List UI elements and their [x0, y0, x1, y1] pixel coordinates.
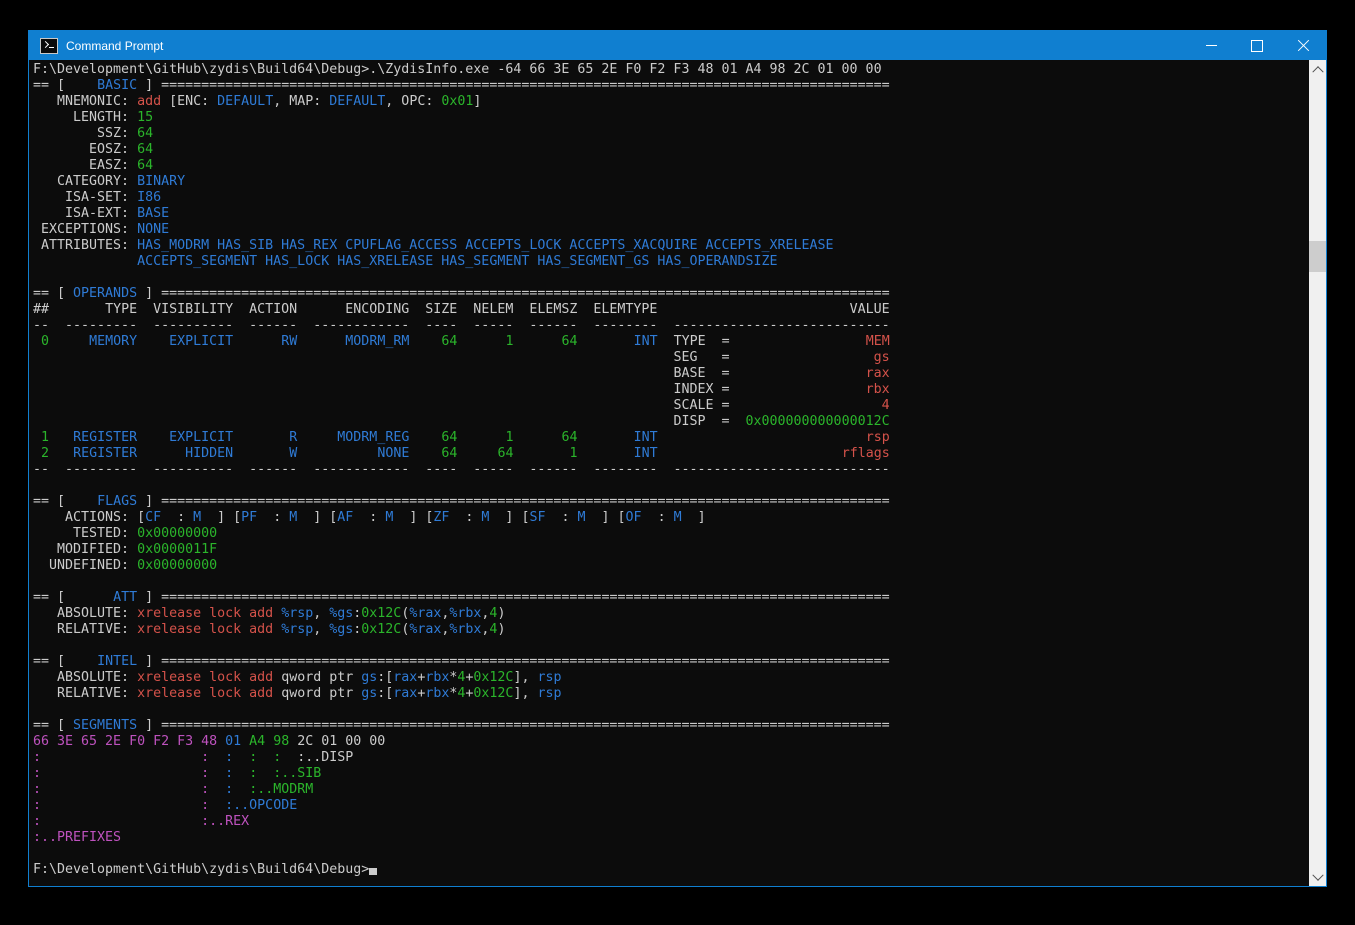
- terminal-line: 1 REGISTER EXPLICIT R MODRM_REG 64 1 64 …: [33, 430, 1309, 446]
- terminal-line: RELATIVE: xrelease lock add qword ptr gs…: [33, 686, 1309, 702]
- terminal-line: ATTRIBUTES: HAS_MODRM HAS_SIB HAS_REX CP…: [33, 238, 1309, 254]
- terminal-line: == [ INTEL ] ===========================…: [33, 654, 1309, 670]
- terminal-line: : : :..OPCODE: [33, 798, 1309, 814]
- terminal-line: RELATIVE: xrelease lock add %rsp, %gs:0x…: [33, 622, 1309, 638]
- terminal-line: -- --------- ---------- ------ ---------…: [33, 318, 1309, 334]
- text-cursor: [369, 868, 377, 875]
- terminal-line: BASE = rax: [33, 366, 1309, 382]
- terminal-line: :..PREFIXES: [33, 830, 1309, 846]
- terminal-line: TESTED: 0x00000000: [33, 526, 1309, 542]
- terminal-line: LENGTH: 15: [33, 110, 1309, 126]
- terminal-line: [33, 478, 1309, 494]
- minimize-button[interactable]: [1188, 31, 1234, 60]
- terminal-line: MNEMONIC: add [ENC: DEFAULT, MAP: DEFAUL…: [33, 94, 1309, 110]
- terminal-line: ABSOLUTE: xrelease lock add %rsp, %gs:0x…: [33, 606, 1309, 622]
- titlebar: Command Prompt: [29, 31, 1326, 60]
- terminal-line: ## TYPE VISIBILITY ACTION ENCODING SIZE …: [33, 302, 1309, 318]
- close-icon: [1297, 39, 1310, 52]
- terminal-line: == [ ATT ] =============================…: [33, 590, 1309, 606]
- terminal-line: DISP = 0x000000000000012C: [33, 414, 1309, 430]
- maximize-button[interactable]: [1234, 31, 1280, 60]
- terminal-line: : : : :..MODRM: [33, 782, 1309, 798]
- minimize-icon: [1206, 45, 1217, 46]
- chevron-down-icon: [1312, 869, 1323, 880]
- terminal-line: : : : : : :..DISP: [33, 750, 1309, 766]
- window-controls: [1188, 31, 1326, 60]
- terminal-line: CATEGORY: BINARY: [33, 174, 1309, 190]
- terminal-line: ISA-EXT: BASE: [33, 206, 1309, 222]
- terminal-line: == [ FLAGS ] ===========================…: [33, 494, 1309, 510]
- terminal-line: F:\Development\GitHub\zydis\Build64\Debu…: [33, 62, 1309, 78]
- maximize-icon: [1251, 40, 1263, 52]
- terminal-line: 0 MEMORY EXPLICIT RW MODRM_RM 64 1 64 IN…: [33, 334, 1309, 350]
- window-title: Command Prompt: [66, 39, 1188, 53]
- terminal-line: ACTIONS: [CF : M ] [PF : M ] [AF : M ] […: [33, 510, 1309, 526]
- cmd-icon[interactable]: [40, 38, 58, 54]
- terminal-line: ACCEPTS_SEGMENT HAS_LOCK HAS_XRELEASE HA…: [33, 254, 1309, 270]
- scroll-down-button[interactable]: [1309, 869, 1326, 886]
- terminal-line: [33, 574, 1309, 590]
- command-prompt-window: Command Prompt F:\Development\GitHub\zyd…: [28, 30, 1327, 887]
- terminal-line: 66 3E 65 2E F0 F2 F3 48 01 A4 98 2C 01 0…: [33, 734, 1309, 750]
- terminal-line: ISA-SET: I86: [33, 190, 1309, 206]
- terminal-line: EOSZ: 64: [33, 142, 1309, 158]
- terminal-line: F:\Development\GitHub\zydis\Build64\Debu…: [33, 862, 1309, 878]
- terminal-output[interactable]: F:\Development\GitHub\zydis\Build64\Debu…: [29, 60, 1309, 886]
- terminal-line: [33, 846, 1309, 862]
- terminal-line: == [ SEGMENTS ] ========================…: [33, 718, 1309, 734]
- console-client-area: F:\Development\GitHub\zydis\Build64\Debu…: [29, 60, 1326, 886]
- terminal-line: MODIFIED: 0x0000011F: [33, 542, 1309, 558]
- terminal-line: EXCEPTIONS: NONE: [33, 222, 1309, 238]
- cmd-icon-prompt-chevron: [42, 40, 49, 47]
- terminal-line: ABSOLUTE: xrelease lock add qword ptr gs…: [33, 670, 1309, 686]
- terminal-line: == [ OPERANDS ] ========================…: [33, 286, 1309, 302]
- terminal-line: [33, 638, 1309, 654]
- terminal-line: -- --------- ---------- ------ ---------…: [33, 462, 1309, 478]
- scroll-up-button[interactable]: [1309, 60, 1326, 77]
- terminal-line: == [ BASIC ] ===========================…: [33, 78, 1309, 94]
- terminal-line: INDEX = rbx: [33, 382, 1309, 398]
- terminal-line: : :..REX: [33, 814, 1309, 830]
- terminal-line: SEG = gs: [33, 350, 1309, 366]
- terminal-line: : : : : :..SIB: [33, 766, 1309, 782]
- terminal-line: EASZ: 64: [33, 158, 1309, 174]
- terminal-line: [33, 270, 1309, 286]
- cmd-icon-prompt-underscore: [49, 47, 54, 48]
- terminal-line: 2 REGISTER HIDDEN W NONE 64 64 1 INT rfl…: [33, 446, 1309, 462]
- scrollbar[interactable]: [1309, 60, 1326, 886]
- chevron-up-icon: [1312, 66, 1323, 77]
- terminal-line: SCALE = 4: [33, 398, 1309, 414]
- terminal-line: UNDEFINED: 0x00000000: [33, 558, 1309, 574]
- scroll-thumb[interactable]: [1309, 241, 1326, 272]
- terminal-line: SSZ: 64: [33, 126, 1309, 142]
- terminal-line: [33, 702, 1309, 718]
- close-button[interactable]: [1280, 31, 1326, 60]
